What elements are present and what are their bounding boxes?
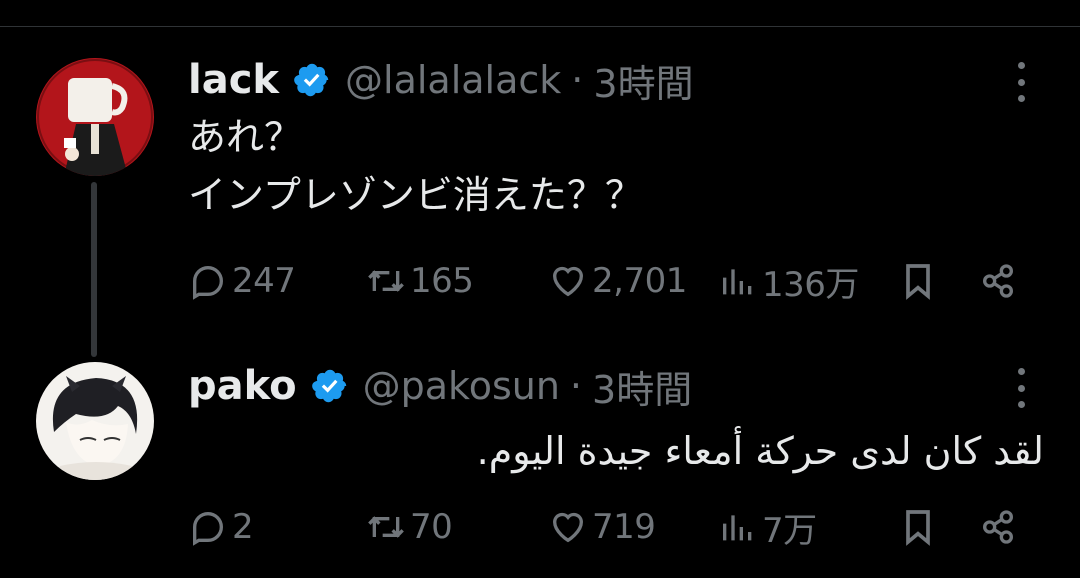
views-count: 7万 — [762, 510, 817, 551]
avatar-pako[interactable] — [36, 362, 154, 480]
author-name[interactable]: lack — [188, 57, 279, 103]
reply-button[interactable]: 247 — [188, 256, 296, 306]
separator-dot: · — [571, 58, 584, 102]
like-button[interactable]: 2,701 — [548, 256, 687, 306]
share-button[interactable] — [978, 256, 1022, 306]
retweet-icon — [368, 270, 404, 292]
reply-icon — [193, 511, 224, 546]
share-button[interactable] — [978, 502, 1022, 552]
bookmark-icon — [906, 510, 930, 546]
tweet-text: لقد كان لدى حركة أمعاء جيدة اليوم. — [476, 429, 1044, 473]
like-count: 2,701 — [592, 261, 687, 301]
retweet-button[interactable]: 70 — [366, 502, 453, 552]
tweet-actions: 2 70 719 7万 — [188, 502, 1044, 552]
bookmark-button[interactable] — [898, 256, 942, 306]
like-icon — [552, 266, 584, 297]
reply-count: 247 — [232, 261, 296, 301]
more-options-icon[interactable] — [1006, 368, 1036, 408]
more-options-icon[interactable] — [1006, 62, 1036, 102]
views-button[interactable]: 136万 — [718, 256, 859, 306]
author-name[interactable]: pako — [188, 363, 297, 409]
retweet-count: 70 — [410, 507, 453, 547]
views-count: 136万 — [762, 264, 859, 305]
like-button[interactable]: 719 — [548, 502, 656, 552]
retweet-button[interactable]: 165 — [366, 256, 474, 306]
verified-badge-icon — [294, 63, 329, 97]
avatar-lack[interactable] — [36, 58, 154, 176]
tweet-lack[interactable]: lack @lalalalack · 3時間 あれ？ インプレゾンビ消えた？？ … — [0, 0, 1080, 357]
reply-button[interactable]: 2 — [188, 502, 254, 552]
share-icon — [983, 264, 1013, 298]
bookmark-icon — [906, 264, 930, 300]
like-count: 719 — [592, 507, 656, 547]
views-icon — [723, 515, 752, 541]
tweet-header: pako @pakosun · 3時間 — [188, 358, 692, 414]
separator-dot: · — [569, 364, 583, 408]
retweet-count: 165 — [410, 261, 474, 301]
tweet-pako[interactable]: pako @pakosun · 3時間 لقد كان لدى حركة أمع… — [0, 330, 1080, 578]
share-icon — [983, 510, 1013, 544]
author-handle[interactable]: @lalalalack — [345, 58, 561, 102]
bookmark-button[interactable] — [898, 502, 942, 552]
timestamp[interactable]: 3時間 — [592, 359, 692, 414]
timestamp[interactable]: 3時間 — [593, 53, 693, 108]
reply-icon — [193, 265, 224, 300]
author-handle[interactable]: @pakosun — [363, 364, 560, 408]
retweet-icon — [368, 516, 404, 538]
tweet-header: lack @lalalalack · 3時間 — [188, 52, 694, 108]
views-icon — [723, 269, 752, 295]
tweet-text-line: あれ？ — [188, 115, 303, 159]
tweet-actions: 247 165 2,701 136万 — [188, 256, 1044, 306]
tweet-text-line: インプレゾンビ消えた？？ — [188, 173, 643, 217]
views-button[interactable]: 7万 — [718, 502, 817, 552]
like-icon — [552, 512, 584, 543]
tweet-text: あれ？ インプレゾンビ消えた？？ — [188, 108, 643, 224]
reply-count: 2 — [232, 507, 254, 547]
verified-badge-icon — [311, 369, 346, 403]
